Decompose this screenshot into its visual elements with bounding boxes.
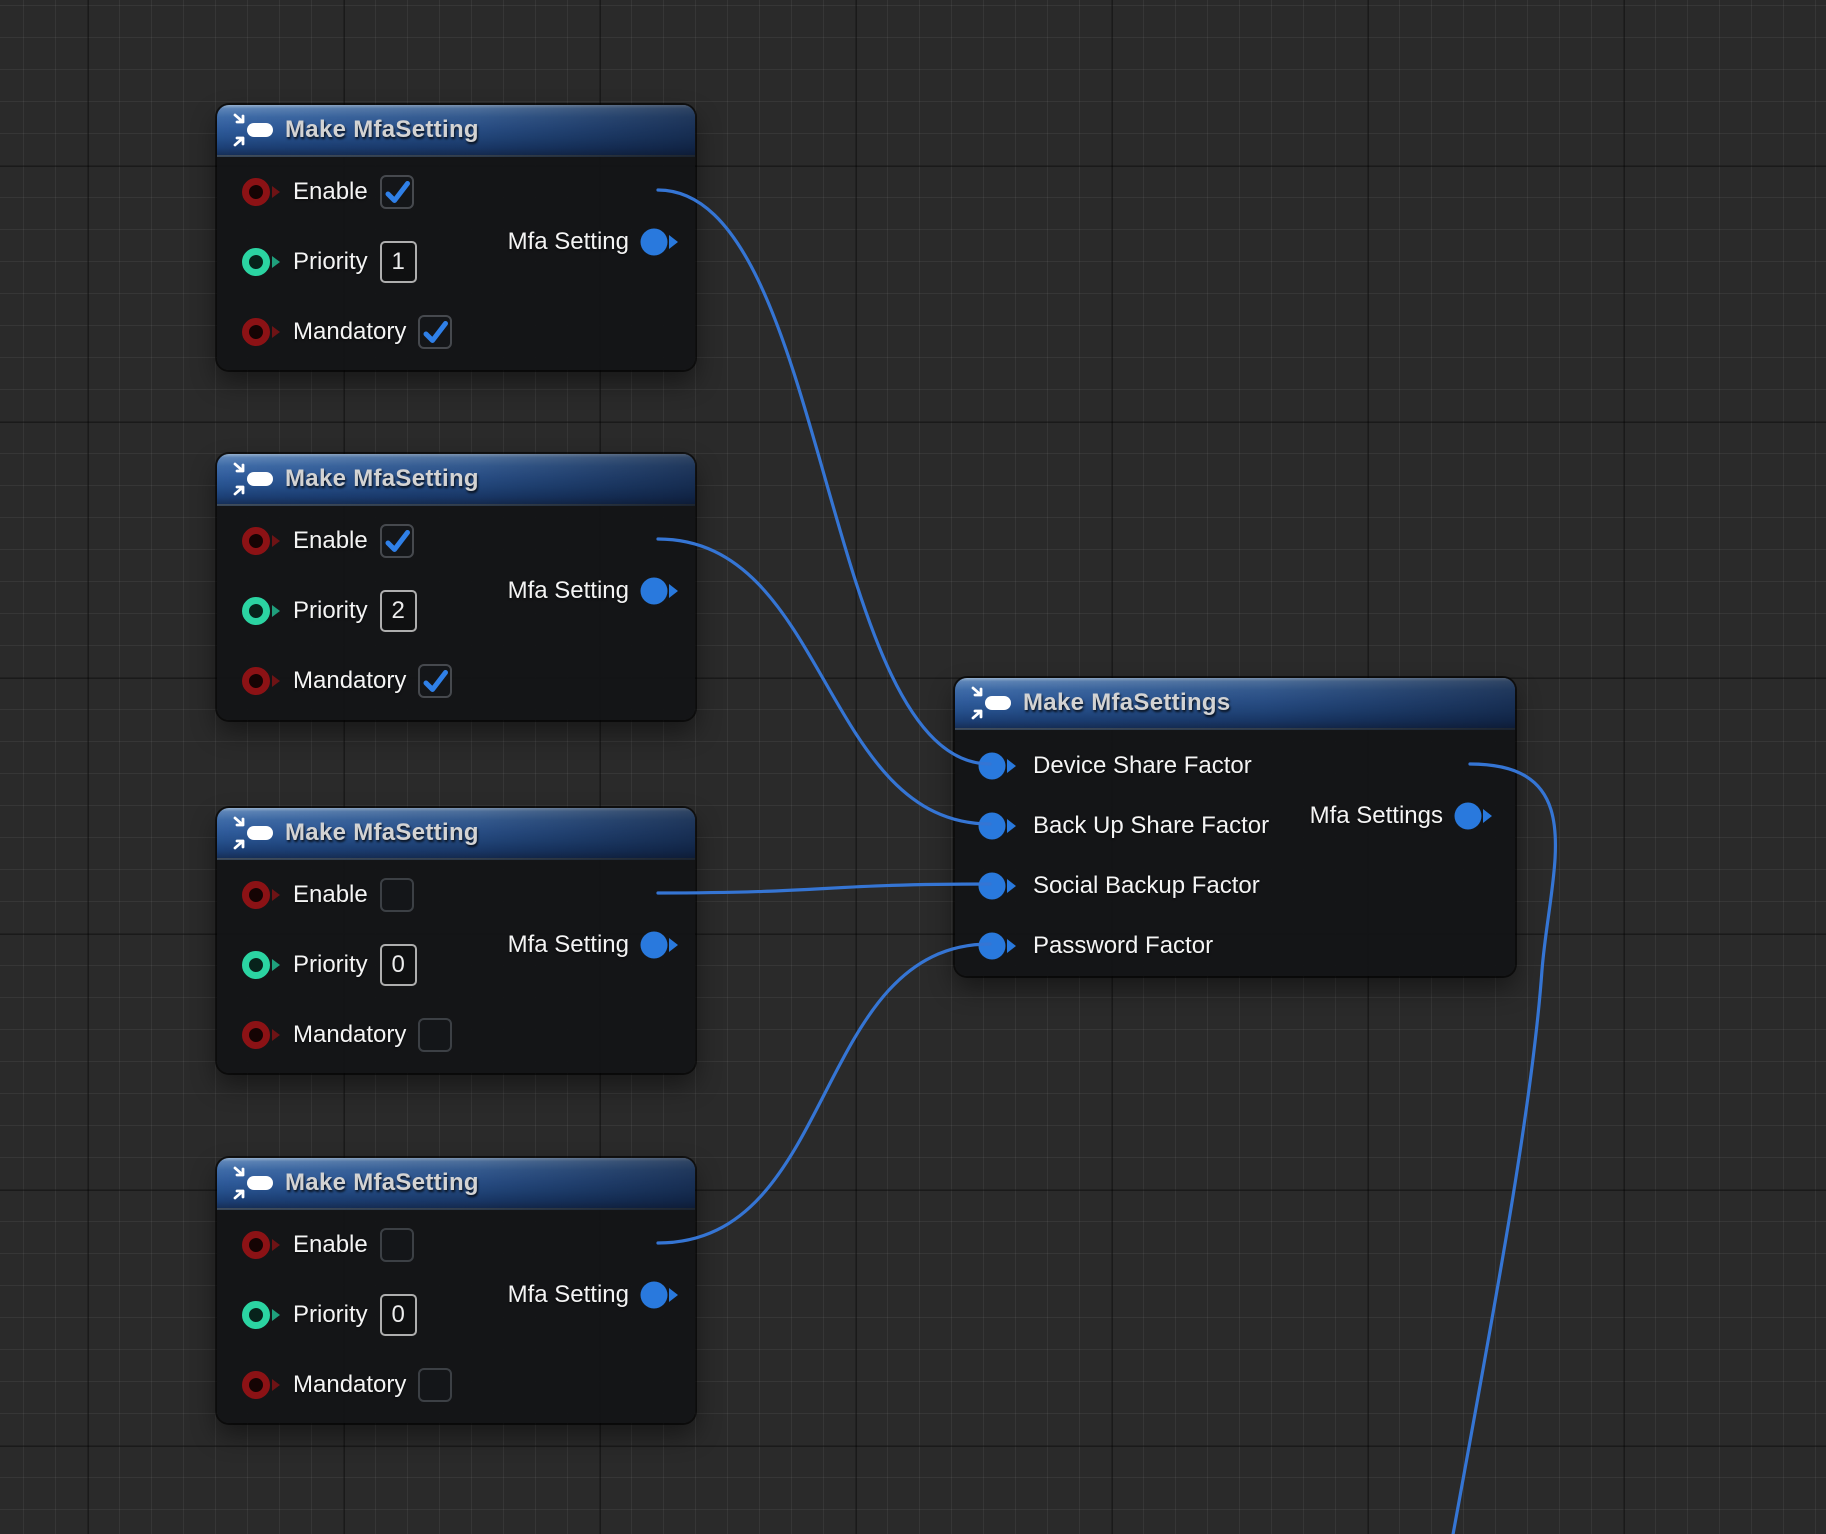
pin-row-enable: Enable — [217, 1210, 695, 1280]
wire-setting3-to-social-backup-factor[interactable] — [658, 884, 990, 893]
pin-label: Priority — [293, 951, 368, 979]
pin-label: Priority — [293, 597, 368, 625]
node-make-mfa-setting-2[interactable]: Make MfaSetting Enable Priority 2 — [217, 454, 695, 720]
make-struct-icon — [232, 1164, 274, 1202]
pin-label: Mandatory — [293, 1371, 406, 1399]
bool-pin-enable[interactable] — [241, 176, 287, 208]
make-struct-icon — [232, 111, 274, 149]
node-header[interactable]: Make MfaSetting — [217, 808, 695, 860]
wire-setting4-to-password-factor[interactable] — [658, 944, 990, 1243]
node-make-mfa-setting-1[interactable]: Make MfaSetting Enable Priority 1 — [217, 105, 695, 370]
priority-input[interactable]: 0 — [380, 1294, 417, 1336]
mandatory-checkbox[interactable] — [418, 1368, 452, 1402]
bool-pin-mandatory[interactable] — [241, 665, 287, 697]
make-struct-icon — [232, 460, 274, 498]
output-pin-label: Mfa Setting — [508, 577, 629, 605]
pin-row-mandatory: Mandatory — [217, 1350, 695, 1420]
node-header[interactable]: Make MfaSettings — [955, 678, 1515, 730]
pin-label: Priority — [293, 248, 368, 276]
pin-row-enable: Enable — [217, 157, 695, 227]
output-pin-row: Mfa Setting — [502, 575, 685, 607]
pin-label: Enable — [293, 178, 368, 206]
bool-pin-mandatory[interactable] — [241, 316, 287, 348]
output-pin-row: Mfa Setting — [502, 226, 685, 258]
node-title: Make MfaSetting — [285, 1169, 479, 1197]
node-make-mfa-settings[interactable]: Make MfaSettings Device Share Factor Bac… — [955, 678, 1515, 976]
graph-canvas[interactable]: Make MfaSetting Enable Priority 1 — [0, 0, 1826, 1534]
pin-row-mandatory: Mandatory — [217, 646, 695, 716]
priority-input[interactable]: 1 — [380, 241, 417, 283]
output-pin-label: Mfa Setting — [508, 1281, 629, 1309]
struct-pin-back-up-share-factor[interactable] — [977, 810, 1023, 842]
checkmark-icon — [380, 524, 414, 558]
pin-label: Social Backup Factor — [1033, 872, 1260, 900]
struct-pin-mfa-setting[interactable] — [639, 226, 685, 258]
node-make-mfa-setting-4[interactable]: Make MfaSetting Enable Priority 0 — [217, 1158, 695, 1423]
pin-label: Mandatory — [293, 318, 406, 346]
pin-label: Device Share Factor — [1033, 752, 1252, 780]
pin-row-enable: Enable — [217, 860, 695, 930]
wire-setting1-to-device-share-factor[interactable] — [658, 190, 990, 764]
enable-checkbox[interactable] — [380, 878, 414, 912]
output-pin-row: Mfa Setting — [502, 929, 685, 961]
priority-input[interactable]: 2 — [380, 590, 417, 632]
int-pin-priority[interactable] — [241, 949, 287, 981]
bool-pin-enable[interactable] — [241, 1229, 287, 1261]
struct-pin-password-factor[interactable] — [977, 930, 1023, 962]
mandatory-checkbox[interactable] — [418, 664, 452, 698]
struct-pin-device-share-factor[interactable] — [977, 750, 1023, 782]
pin-label: Password Factor — [1033, 932, 1213, 960]
output-pin-row: Mfa Setting — [502, 1279, 685, 1311]
node-title: Make MfaSetting — [285, 116, 479, 144]
pin-row-password-factor: Password Factor — [955, 916, 1515, 976]
make-struct-icon — [970, 684, 1012, 722]
mandatory-checkbox[interactable] — [418, 1018, 452, 1052]
pin-row-device-share-factor: Device Share Factor — [955, 736, 1515, 796]
pin-row-mandatory: Mandatory — [217, 1000, 695, 1070]
output-pin-row: Mfa Settings — [1300, 800, 1499, 832]
node-header[interactable]: Make MfaSetting — [217, 1158, 695, 1210]
pin-row-enable: Enable — [217, 506, 695, 576]
node-title: Make MfaSettings — [1023, 689, 1231, 717]
struct-pin-mfa-settings[interactable] — [1453, 800, 1499, 832]
make-struct-icon — [232, 814, 274, 852]
output-pin-label: Mfa Settings — [1310, 802, 1443, 830]
pin-label: Mandatory — [293, 667, 406, 695]
int-pin-priority[interactable] — [241, 246, 287, 278]
wire-setting2-to-back-up-share-factor[interactable] — [658, 539, 990, 824]
node-header[interactable]: Make MfaSetting — [217, 105, 695, 157]
struct-pin-mfa-setting[interactable] — [639, 1279, 685, 1311]
pin-row-social-backup-factor: Social Backup Factor — [955, 856, 1515, 916]
bool-pin-mandatory[interactable] — [241, 1369, 287, 1401]
enable-checkbox[interactable] — [380, 175, 414, 209]
struct-pin-social-backup-factor[interactable] — [977, 870, 1023, 902]
bool-pin-enable[interactable] — [241, 879, 287, 911]
bool-pin-enable[interactable] — [241, 525, 287, 557]
int-pin-priority[interactable] — [241, 595, 287, 627]
output-pin-label: Mfa Setting — [508, 228, 629, 256]
enable-checkbox[interactable] — [380, 524, 414, 558]
enable-checkbox[interactable] — [380, 1228, 414, 1262]
struct-pin-mfa-setting[interactable] — [639, 929, 685, 961]
bool-pin-mandatory[interactable] — [241, 1019, 287, 1051]
struct-pin-mfa-setting[interactable] — [639, 575, 685, 607]
pin-row-mandatory: Mandatory — [217, 297, 695, 367]
int-pin-priority[interactable] — [241, 1299, 287, 1331]
pin-label: Back Up Share Factor — [1033, 812, 1269, 840]
node-make-mfa-setting-3[interactable]: Make MfaSetting Enable Priority 0 — [217, 808, 695, 1073]
node-header[interactable]: Make MfaSetting — [217, 454, 695, 506]
pin-label: Enable — [293, 881, 368, 909]
checkmark-icon — [418, 664, 452, 698]
pin-label: Enable — [293, 527, 368, 555]
pin-label: Enable — [293, 1231, 368, 1259]
priority-input[interactable]: 0 — [380, 944, 417, 986]
output-pin-label: Mfa Setting — [508, 931, 629, 959]
checkmark-icon — [380, 175, 414, 209]
mandatory-checkbox[interactable] — [418, 315, 452, 349]
node-title: Make MfaSetting — [285, 819, 479, 847]
pin-label: Mandatory — [293, 1021, 406, 1049]
node-title: Make MfaSetting — [285, 465, 479, 493]
checkmark-icon — [418, 315, 452, 349]
pin-label: Priority — [293, 1301, 368, 1329]
